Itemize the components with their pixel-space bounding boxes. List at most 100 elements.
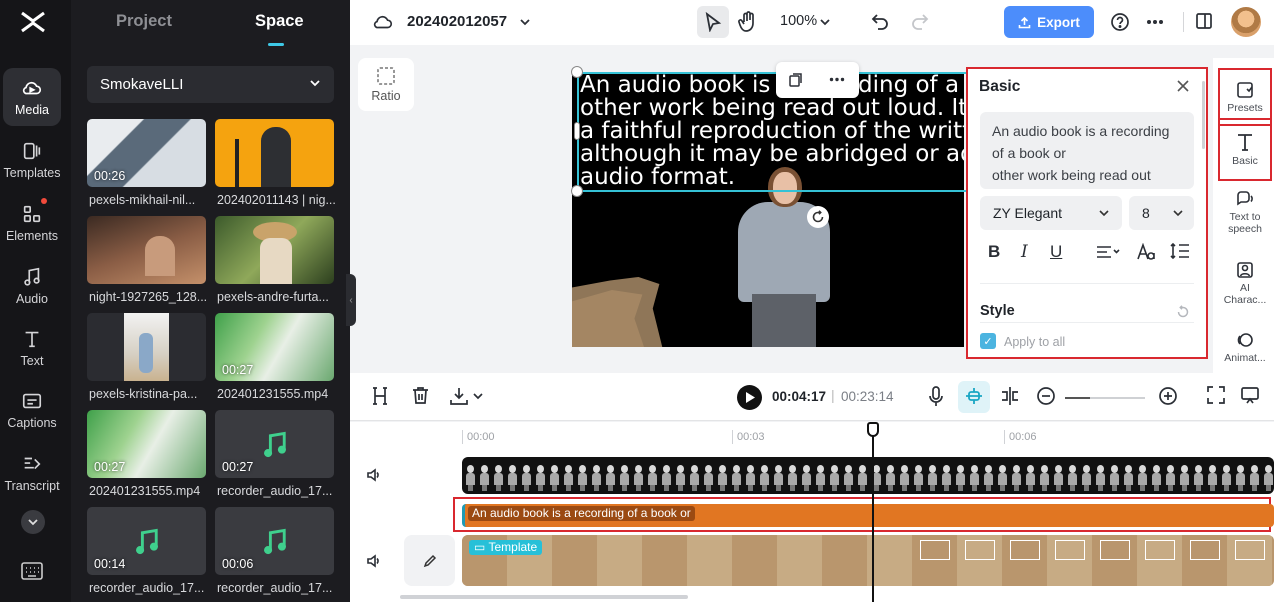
side-handle[interactable]	[574, 122, 580, 140]
font-select[interactable]: ZY Elegant	[980, 196, 1122, 230]
underline-button[interactable]: U	[1050, 242, 1062, 262]
filmstrip-frame	[746, 465, 755, 491]
panel-collapse-handle[interactable]: ‹	[346, 274, 356, 326]
media-thumbnail[interactable]	[215, 216, 334, 284]
snap-magnet-icon[interactable]	[964, 386, 984, 406]
tab-ai-character[interactable]: AI Charac...	[1218, 261, 1272, 306]
redo-icon[interactable]	[911, 12, 929, 30]
speaker-icon[interactable]	[366, 553, 382, 569]
text-selection-box[interactable]	[577, 72, 969, 192]
ratio-button[interactable]: Ratio	[358, 58, 414, 111]
hand-icon[interactable]	[738, 11, 758, 33]
media-thumbnail[interactable]: 00:27	[215, 313, 334, 381]
italic-button[interactable]: I	[1021, 242, 1028, 262]
fit-screen-icon[interactable]	[1207, 386, 1225, 404]
tab-text-to-speech[interactable]: Text to speech	[1218, 190, 1272, 235]
media-thumbnail[interactable]	[87, 313, 206, 381]
text-scrollbar[interactable]	[1202, 81, 1205, 149]
media-label: recorder_audio_17...	[217, 484, 333, 498]
filmstrip-frame	[802, 465, 811, 491]
rail-item-captions[interactable]: Captions	[3, 381, 61, 439]
template-frame	[732, 535, 777, 586]
split-clip-icon[interactable]	[1000, 386, 1020, 406]
template-frame	[822, 535, 867, 586]
help-icon[interactable]	[1110, 12, 1130, 32]
filmstrip-frame	[1222, 465, 1231, 491]
apply-all-checkbox[interactable]: ✓	[980, 333, 996, 349]
media-thumbnail[interactable]: 00:26	[87, 119, 206, 187]
template-clip[interactable]	[462, 535, 1274, 586]
tab-label: Animat...	[1224, 352, 1266, 364]
play-icon	[745, 392, 755, 403]
rotate-handle[interactable]	[807, 206, 829, 228]
duplicate-icon[interactable]	[788, 72, 804, 88]
keyboard-icon[interactable]	[20, 560, 44, 582]
filmstrip-frame	[536, 465, 545, 491]
resize-handle[interactable]	[571, 66, 583, 78]
close-icon[interactable]	[1176, 79, 1190, 93]
microphone-icon[interactable]	[928, 386, 944, 408]
frame-outline	[920, 540, 950, 560]
template-frame	[957, 535, 1002, 586]
timeline-scrollbar[interactable]	[400, 595, 688, 599]
media-thumbnail[interactable]: 00:14	[87, 507, 206, 575]
rail-item-transcript[interactable]: Transcript	[3, 444, 61, 502]
avatar[interactable]	[1231, 7, 1261, 37]
font-size-select[interactable]: 8	[1129, 196, 1194, 230]
bold-button[interactable]: B	[988, 242, 1000, 262]
rail-item-media[interactable]: Media	[3, 68, 61, 126]
undo-icon[interactable]	[871, 12, 889, 30]
presenter-skirt	[752, 294, 816, 347]
tab-project[interactable]: Project	[116, 12, 172, 31]
zoom-out-icon[interactable]	[1036, 386, 1056, 406]
zoom-in-icon[interactable]	[1158, 386, 1178, 406]
playhead[interactable]	[872, 424, 874, 602]
text-content-input[interactable]: An audio book is a recording of a book o…	[980, 112, 1194, 189]
text-line: An audio book is a recording	[992, 123, 1170, 139]
media-thumbnail[interactable]: 00:27	[87, 410, 206, 478]
filmstrip-frame	[1166, 465, 1175, 491]
layout-panel-icon[interactable]	[1195, 12, 1213, 30]
filmstrip-frame	[564, 465, 573, 491]
chevron-down-icon[interactable]	[519, 16, 531, 28]
tab-animation[interactable]: Animat...	[1218, 331, 1272, 364]
video-clip[interactable]	[462, 457, 1274, 494]
export-button[interactable]: Export	[1004, 6, 1094, 38]
filmstrip-frame	[1194, 465, 1203, 491]
delete-icon[interactable]	[412, 386, 429, 405]
more-icon[interactable]	[829, 77, 845, 82]
case-icon[interactable]	[1137, 243, 1159, 261]
reset-icon[interactable]	[1176, 305, 1190, 319]
align-icon[interactable]	[1096, 244, 1120, 260]
rail-item-text[interactable]: Text	[3, 319, 61, 377]
tab-basic[interactable]: Basic	[1218, 118, 1272, 181]
rail-item-templates[interactable]: Templates	[3, 131, 61, 189]
split-icon[interactable]	[372, 386, 388, 406]
play-button[interactable]	[737, 385, 762, 410]
download-icon[interactable]	[450, 386, 484, 406]
rail-item-audio[interactable]: Audio	[3, 257, 61, 315]
templates-icon	[23, 142, 41, 160]
cloud-sync-icon[interactable]	[372, 12, 394, 32]
rail-more-button[interactable]	[21, 510, 45, 534]
tab-space[interactable]: Space	[255, 12, 304, 31]
line-spacing-icon[interactable]	[1170, 242, 1190, 260]
resize-handle[interactable]	[571, 185, 583, 197]
more-icon[interactable]	[1146, 19, 1164, 25]
edit-template-button[interactable]	[404, 535, 455, 586]
filmstrip-frame	[788, 465, 797, 491]
zoom-level[interactable]: 100%	[780, 13, 817, 29]
filmstrip-frame	[760, 465, 769, 491]
chevron-down-icon[interactable]	[819, 16, 831, 28]
project-title[interactable]: 202402012057	[407, 13, 507, 30]
media-thumbnail[interactable]	[215, 119, 334, 187]
rail-item-elements[interactable]: Elements	[3, 194, 61, 252]
space-selector[interactable]: SmokaveLLI	[87, 66, 334, 103]
media-thumbnail[interactable]: 00:06	[215, 507, 334, 575]
media-thumbnail[interactable]: 00:27	[215, 410, 334, 478]
pointer-icon[interactable]	[704, 12, 722, 32]
playhead-handle[interactable]	[867, 422, 879, 437]
preview-screen-icon[interactable]	[1241, 386, 1259, 404]
speaker-icon[interactable]	[366, 467, 382, 483]
media-thumbnail[interactable]	[87, 216, 206, 284]
